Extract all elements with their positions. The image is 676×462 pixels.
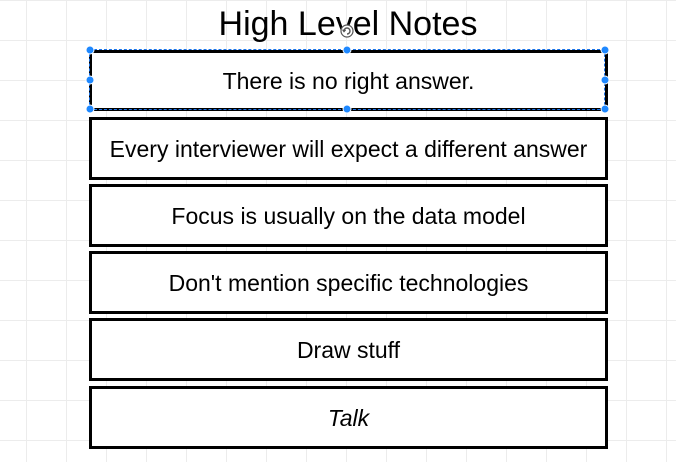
- resize-handle-right[interactable]: [600, 75, 610, 85]
- note-box-draw-stuff[interactable]: Draw stuff: [89, 318, 608, 381]
- resize-handle-bottom[interactable]: [342, 104, 352, 114]
- note-label: Don't mention specific technologies: [168, 269, 529, 296]
- note-box-talk[interactable]: Talk: [89, 386, 608, 449]
- note-label: Focus is usually on the data model: [171, 202, 526, 229]
- resize-handle-left[interactable]: [85, 75, 95, 85]
- resize-handle-bottom-left[interactable]: [85, 104, 95, 114]
- rotate-icon[interactable]: [340, 24, 354, 38]
- resize-handle-top-right[interactable]: [600, 45, 610, 55]
- note-box-interviewer-expectation[interactable]: Every interviewer will expect a differen…: [89, 117, 608, 180]
- resize-handle-top[interactable]: [342, 45, 352, 55]
- resize-handle-bottom-right[interactable]: [600, 104, 610, 114]
- resize-handle-top-left[interactable]: [85, 45, 95, 55]
- note-box-data-model[interactable]: Focus is usually on the data model: [89, 184, 608, 247]
- diagram-canvas[interactable]: High Level Notes There is no right answe…: [0, 0, 676, 462]
- note-box-no-right-answer[interactable]: There is no right answer.: [89, 50, 608, 111]
- note-label: Draw stuff: [296, 336, 401, 363]
- note-label: There is no right answer.: [222, 67, 475, 94]
- note-label: Talk: [327, 404, 370, 431]
- note-box-no-technologies[interactable]: Don't mention specific technologies: [89, 251, 608, 314]
- note-label: Every interviewer will expect a differen…: [109, 135, 588, 162]
